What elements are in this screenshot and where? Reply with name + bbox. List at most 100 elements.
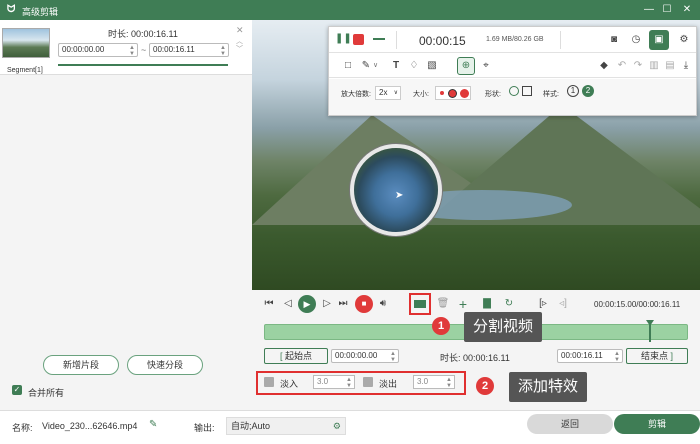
close-button[interactable]: ✕ [678,2,696,18]
add-icon[interactable]: + [456,297,470,311]
play-button[interactable]: ▶ [298,295,316,313]
text-icon[interactable]: T [389,59,403,73]
zoom-label: 放大倍数: [341,91,371,98]
stop-record-button[interactable] [353,34,364,45]
file-name: Video_230...62646.mp4 [42,421,138,431]
output-select[interactable]: 自动;Auto ⚙ [226,417,346,435]
image-icon[interactable]: ▧ [425,59,439,73]
segment-start-input[interactable]: 00:00:00.00 ▲ ▼ [58,43,138,57]
annotation-badge-2: 2 [476,377,494,395]
style-label: 样式: [543,91,559,98]
add-segment-button[interactable]: 新增片段 [43,355,119,375]
merge-all-checkbox[interactable]: ✓ [12,385,22,395]
record-button[interactable]: ■ [355,295,373,313]
fade-in-input[interactable]: 3.0 ▲ ▼ [313,375,355,389]
skip-end-icon[interactable]: ⏭ [336,297,350,311]
undo-icon[interactable]: ↶ [615,59,629,73]
segment-duration: 时长: 00:00:16.11 [108,29,178,39]
segment-panel [0,20,252,410]
quick-split-button[interactable]: 快速分段 [127,355,203,375]
minimize-button[interactable]: — [640,2,658,18]
range-end-value: 00:00:16.11 [561,351,603,360]
playhead-line [649,324,651,342]
blur-icon[interactable]: ♢ [407,59,421,73]
range-end-input[interactable]: 00:00:16.11 ▲ ▼ [557,349,623,363]
size-large-dot[interactable] [460,89,469,98]
reset-icon[interactable]: ↻ [502,297,516,311]
trim-end-icon[interactable]: ◃] [556,297,570,311]
next-frame-icon[interactable]: ▷ [320,297,334,311]
minimize-recorder-icon[interactable] [373,38,385,40]
recorder-toolbar: ❚❚ 00:00:15 1.69 MB/80.26 GB ◙ ◷ ▣ ⚙ □ ✎… [328,26,697,116]
style-option-1[interactable]: 1 [567,85,579,97]
zoom-value: 2x [379,88,388,97]
download-icon[interactable]: ⤓ [679,59,693,73]
fade-in-checkbox[interactable] [264,377,274,387]
zoom-select[interactable]: 2x ∨ [375,86,401,100]
shape-label: 形状: [485,91,501,98]
segment-progress-line [58,64,228,66]
rectangle-icon[interactable]: □ [341,59,355,73]
stepper-icon[interactable]: ▲ ▼ [220,45,226,57]
chevron-down-icon[interactable]: ∨ [373,61,378,69]
close-segment-icon[interactable]: ✕ [236,25,244,36]
split-video-icon[interactable] [414,300,426,308]
volume-icon[interactable]: 🔊︎ [376,297,390,311]
clock-icon[interactable]: ◷ [629,33,643,47]
gear-icon[interactable]: ⚙ [333,418,341,434]
back-button[interactable]: 返回 [527,414,613,434]
size-options[interactable] [435,86,471,100]
title-bar: ᗢ 高级剪辑 — ☐ ✕ [0,0,700,20]
fade-out-checkbox[interactable] [363,377,373,387]
fade-in-value: 3.0 [317,377,329,386]
style-option-2[interactable]: 2 [582,85,594,97]
maximize-button[interactable]: ☐ [658,2,676,18]
footer-bar: 名称: Video_230...62646.mp4 ✎ 输出: 自动;Auto ⚙… [0,410,700,444]
size-small-dot[interactable] [440,91,444,95]
magnifier-tool-icon[interactable]: ⊕ [457,57,475,75]
square-shape-option[interactable] [522,86,532,96]
fade-out-input[interactable]: 3.0 ▲ ▼ [413,375,455,389]
copy-icon[interactable]: ▇ [480,297,494,311]
range-start-input[interactable]: 00:00:00.00 ▲ ▼ [331,349,399,363]
fade-in-label: 淡入 [280,379,299,389]
stepper-icon[interactable]: ▲ ▼ [614,351,620,363]
start-point-label: 起始点 [285,351,313,361]
stepper-icon[interactable]: ▲ ▼ [390,351,396,363]
gear-icon[interactable]: ⚙ [677,33,691,47]
circle-shape-option[interactable] [509,86,519,96]
fade-out-label: 淡出 [379,379,398,389]
toolbox-icon[interactable]: ▣ [649,30,669,50]
stepper-icon[interactable]: ▲ ▼ [446,377,452,389]
size-medium-dot[interactable] [449,90,456,97]
cut-button[interactable]: 剪辑 [614,414,700,434]
size-label: 大小: [413,91,429,98]
clear-icon[interactable]: ▤ [663,59,677,73]
start-point-button[interactable]: [ 起始点 [264,348,328,364]
previous-frame-icon[interactable]: ◁ [281,297,295,311]
skip-start-icon[interactable]: ⏮ [262,297,276,311]
trash-icon[interactable]: ▥ [647,59,661,73]
segment-start-value: 00:00:00.00 [62,45,105,54]
chevron-down-icon[interactable]: ﹀ [236,44,243,54]
end-point-button[interactable]: 结束点 ] [626,348,688,364]
divider [396,31,397,49]
delete-icon[interactable]: 🗑︎ [436,297,450,311]
redo-icon[interactable]: ↷ [631,59,645,73]
trim-start-icon[interactable]: [▹ [536,297,550,311]
spotlight-icon[interactable]: ⌖ [479,59,493,73]
window-title: 高级剪辑 [22,7,59,17]
edit-name-icon[interactable]: ✎ [149,419,157,430]
divider [560,31,561,49]
pause-icon[interactable]: ❚❚ [335,33,352,44]
recorder-tools-row: □ ✎ ∨ T ♢ ▧ ⊕ ⌖ ◆ ↶ ↷ ▥ ▤ ⤓ [329,54,696,78]
pen-icon[interactable]: ✎ [359,59,373,73]
output-label: 输出: [194,423,215,433]
range-separator: ~ [141,45,147,55]
segment-end-input[interactable]: 00:00:16.11 ▲ ▼ [149,43,229,57]
merge-all-label: 合并所有 [28,388,65,398]
stepper-icon[interactable]: ▲ ▼ [129,45,135,57]
stepper-icon[interactable]: ▲ ▼ [346,377,352,389]
camera-icon[interactable]: ◙ [607,33,621,47]
eraser-icon[interactable]: ◆ [597,59,611,73]
